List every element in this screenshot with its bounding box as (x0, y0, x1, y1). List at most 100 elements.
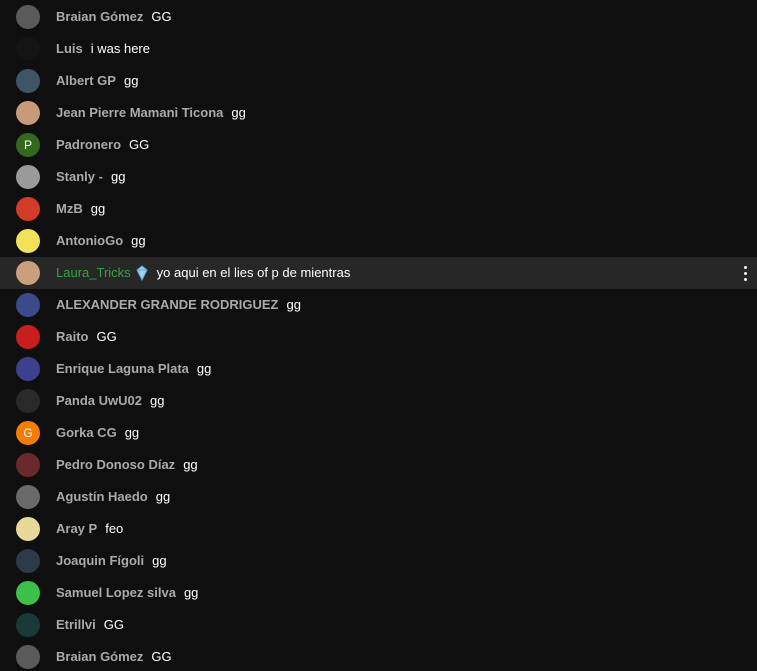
message-text: gg (90, 201, 106, 216)
author-name-container: ALEXANDER GRANDE RODRIGUEZ gg (56, 289, 301, 321)
chat-message[interactable]: Etrillvi GG (0, 609, 757, 641)
author-name[interactable]: Joaquin Fígoli (56, 545, 144, 577)
author-name-container: Gorka CG gg (56, 417, 139, 449)
author-name-container: Panda UwU02 gg (56, 385, 164, 417)
author-name-container: Raito GG (56, 321, 117, 353)
author-avatar[interactable] (16, 37, 40, 61)
chat-message[interactable]: Joaquin Fígoli gg (0, 545, 757, 577)
chat-message[interactable]: Stanly - gg (0, 161, 757, 193)
author-name[interactable]: Laura_Tricks (56, 257, 131, 289)
author-avatar[interactable]: P (16, 133, 40, 157)
author-name[interactable]: Aray P (56, 513, 97, 545)
author-name-container: Stanly - gg (56, 161, 125, 193)
message-text: gg (110, 169, 126, 184)
author-name[interactable]: MzB (56, 193, 83, 225)
message-text: gg (183, 457, 198, 472)
member-badge-icon (136, 265, 148, 281)
chat-message[interactable]: Samuel Lopez silva gg (0, 577, 757, 609)
chat-message[interactable]: Panda UwU02 gg (0, 385, 757, 417)
author-name[interactable]: Jean Pierre Mamani Ticona (56, 97, 223, 129)
menu-dot (743, 265, 747, 269)
author-avatar[interactable] (16, 453, 40, 477)
author-name[interactable]: Samuel Lopez silva (56, 577, 176, 609)
message-text: gg (286, 297, 301, 312)
author-name[interactable]: Braian Gómez (56, 641, 143, 671)
author-name[interactable]: Enrique Laguna Plata (56, 353, 189, 385)
author-avatar[interactable] (16, 645, 40, 669)
author-name[interactable]: Raito (56, 321, 89, 353)
chat-message[interactable]: Jean Pierre Mamani Ticona gg (0, 97, 757, 129)
author-avatar[interactable]: G (16, 421, 40, 445)
chat-message[interactable]: Pedro Donoso Díaz gg (0, 449, 757, 481)
author-name[interactable]: Padronero (56, 129, 121, 161)
chat-message[interactable]: Laura_Tricks yo aqui en el lies of p de m… (0, 257, 757, 289)
author-avatar[interactable] (16, 197, 40, 221)
more-vert-icon[interactable] (739, 261, 751, 285)
author-avatar[interactable] (16, 165, 40, 189)
chat-message[interactable]: Albert GP gg (0, 65, 757, 97)
chat-message[interactable]: Enrique Laguna Plata gg (0, 353, 757, 385)
message-text: GG (129, 137, 150, 152)
author-avatar[interactable] (16, 485, 40, 509)
author-name-container: Aray P feo (56, 513, 123, 545)
chat-message[interactable]: P Padronero GG (0, 129, 757, 161)
author-avatar[interactable] (16, 293, 40, 317)
chat-message[interactable]: Braian Gómez GG (0, 641, 757, 671)
chat-message[interactable]: Luis i was here (0, 33, 757, 65)
message-text: gg (152, 553, 167, 568)
chat-message[interactable]: ALEXANDER GRANDE RODRIGUEZ gg (0, 289, 757, 321)
live-chat-feed: Braian Gómez GG Luis i was here Albert GP gg J… (0, 0, 757, 671)
author-name-container: Pedro Donoso Díaz gg (56, 449, 198, 481)
chat-message[interactable]: Aray P feo (0, 513, 757, 545)
author-name[interactable]: Panda UwU02 (56, 385, 142, 417)
author-name-container: MzB gg (56, 193, 105, 225)
message-text: feo (105, 521, 124, 536)
chat-message[interactable]: G Gorka CG gg (0, 417, 757, 449)
message-text: gg (196, 361, 212, 376)
message-text: gg (183, 585, 199, 600)
author-name-container: Etrillvi GG (56, 609, 124, 641)
chat-message[interactable]: Braian Gómez GG (0, 1, 757, 33)
author-name[interactable]: Agustín Haedo (56, 481, 148, 513)
author-name-container: AntonioGo gg (56, 225, 146, 257)
author-name[interactable]: Albert GP (56, 65, 116, 97)
author-avatar[interactable] (16, 325, 40, 349)
author-name-container: Padronero GG (56, 129, 149, 161)
author-name[interactable]: Gorka CG (56, 417, 117, 449)
author-avatar[interactable] (16, 389, 40, 413)
author-name[interactable]: Stanly - (56, 161, 103, 193)
chat-message[interactable]: Raito GG (0, 321, 757, 353)
author-name[interactable]: Braian Gómez (56, 1, 143, 33)
menu-dot (743, 271, 747, 275)
author-name-container: Enrique Laguna Plata gg (56, 353, 211, 385)
author-avatar[interactable] (16, 5, 40, 29)
author-name-container: Joaquin Fígoli gg (56, 545, 167, 577)
avatar-letter: G (23, 426, 33, 440)
author-avatar[interactable] (16, 581, 40, 605)
menu-dot (743, 277, 747, 281)
author-avatar[interactable] (16, 517, 40, 541)
message-text: gg (131, 233, 146, 248)
author-avatar[interactable] (16, 101, 40, 125)
author-avatar[interactable] (16, 549, 40, 573)
author-avatar[interactable] (16, 357, 40, 381)
author-name[interactable]: ALEXANDER GRANDE RODRIGUEZ (56, 289, 278, 321)
message-text: gg (124, 425, 140, 440)
message-text: gg (231, 105, 246, 120)
author-avatar[interactable] (16, 261, 40, 285)
avatar-letter: P (23, 138, 32, 152)
author-avatar[interactable] (16, 613, 40, 637)
author-name[interactable]: AntonioGo (56, 225, 123, 257)
author-avatar[interactable] (16, 69, 40, 93)
chat-message[interactable]: MzB gg (0, 193, 757, 225)
author-name-container: Laura_Tricks yo aqui en el lies of p de m… (56, 257, 350, 289)
chat-message[interactable]: AntonioGo gg (0, 225, 757, 257)
author-name[interactable]: Luis (56, 33, 83, 65)
author-avatar[interactable] (16, 229, 40, 253)
author-name[interactable]: Etrillvi (56, 609, 96, 641)
author-name-container: Jean Pierre Mamani Ticona gg (56, 97, 246, 129)
message-text: yo aqui en el lies of p de mientras (156, 265, 351, 280)
chat-message[interactable]: Agustín Haedo gg (0, 481, 757, 513)
author-name[interactable]: Pedro Donoso Díaz (56, 449, 175, 481)
author-name-container: Albert GP gg (56, 65, 138, 97)
